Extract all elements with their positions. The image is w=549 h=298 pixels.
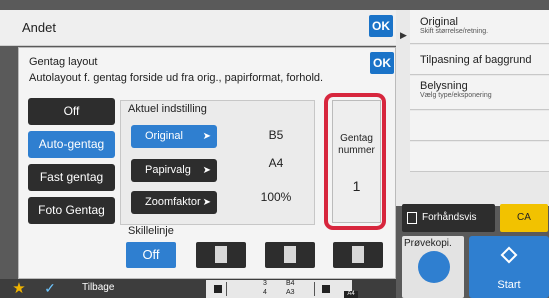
play-icon: ▶ bbox=[400, 30, 407, 40]
ca-button[interactable]: CA bbox=[500, 204, 548, 232]
sample-copy-button[interactable] bbox=[418, 251, 450, 283]
right-item-background[interactable]: Tilpasning af baggrund bbox=[410, 45, 549, 75]
dialog-description: Autolayout f. gentag forside ud fra orig… bbox=[29, 72, 324, 84]
star-icon[interactable]: ★ bbox=[5, 279, 33, 298]
checkmark-icon[interactable]: ✓ bbox=[39, 279, 61, 298]
original-button[interactable]: Original ➤ bbox=[131, 125, 217, 148]
tray-indicator bbox=[214, 285, 222, 293]
sample-copy-label: Prøvekopi. bbox=[404, 238, 452, 249]
divider-option-1-button[interactable] bbox=[196, 242, 246, 268]
original-value: B5 bbox=[268, 128, 284, 142]
divider-off-button[interactable]: Off bbox=[126, 242, 176, 268]
selected-paper-badge: A4 bbox=[344, 291, 358, 298]
right-item-exposure[interactable]: Belysning Vælg type/eksponering bbox=[410, 76, 549, 110]
back-button[interactable]: Tilbage bbox=[82, 282, 114, 293]
preview-icon bbox=[407, 212, 417, 224]
mode-off-button[interactable]: Off bbox=[28, 98, 115, 125]
highlight-frame bbox=[324, 93, 386, 230]
mode-auto-repeat-button[interactable]: Auto-gentag bbox=[28, 131, 115, 158]
zoom-button[interactable]: Zoomfaktor ➤ bbox=[131, 191, 217, 214]
zoom-value: 100% bbox=[260, 190, 292, 204]
right-item-original[interactable]: Original Skift størrelse/retning. bbox=[410, 10, 549, 44]
divider-label: Skillelinje bbox=[128, 225, 174, 237]
tray-indicator bbox=[322, 285, 330, 293]
copier-screen: Andet OK ▶ Original Skift størrelse/retn… bbox=[0, 0, 549, 298]
page-icon bbox=[284, 246, 296, 263]
arrow-right-icon: ➤ bbox=[202, 197, 211, 208]
ok-button-dialog[interactable]: OK bbox=[370, 52, 394, 74]
screen-title: Andet bbox=[22, 20, 56, 35]
arrow-right-icon: ➤ bbox=[202, 165, 211, 176]
top-bar: Andet bbox=[0, 10, 396, 46]
ok-button-top[interactable]: OK bbox=[369, 15, 393, 37]
mode-photo-repeat-button[interactable]: Foto Gentag bbox=[28, 197, 115, 224]
right-item-empty-2 bbox=[410, 142, 549, 172]
page-icon bbox=[215, 246, 227, 263]
start-label: Start bbox=[497, 279, 521, 291]
dialog-title: Gentag layout bbox=[29, 56, 98, 68]
arrow-right-icon: ➤ bbox=[202, 131, 211, 142]
paper-value: A4 bbox=[268, 156, 284, 170]
current-settings-title: Aktuel indstilling bbox=[128, 103, 207, 115]
repeat-number-value: 1 bbox=[352, 178, 361, 194]
mode-fixed-repeat-button[interactable]: Fast gentag bbox=[28, 164, 115, 191]
paper-select-button[interactable]: Papirvalg ➤ bbox=[131, 159, 217, 182]
right-item-empty-1 bbox=[410, 111, 549, 141]
page-icon bbox=[352, 246, 364, 263]
divider-option-2-button[interactable] bbox=[265, 242, 315, 268]
preview-button[interactable]: Forhåndsvis bbox=[402, 204, 495, 232]
start-diamond-icon bbox=[500, 246, 518, 264]
divider-option-3-button[interactable] bbox=[333, 242, 383, 268]
paper-tray-status: 3 B4 4 A3 A4 bbox=[206, 280, 358, 298]
repeat-number-label: Gentag nummer bbox=[338, 133, 375, 156]
